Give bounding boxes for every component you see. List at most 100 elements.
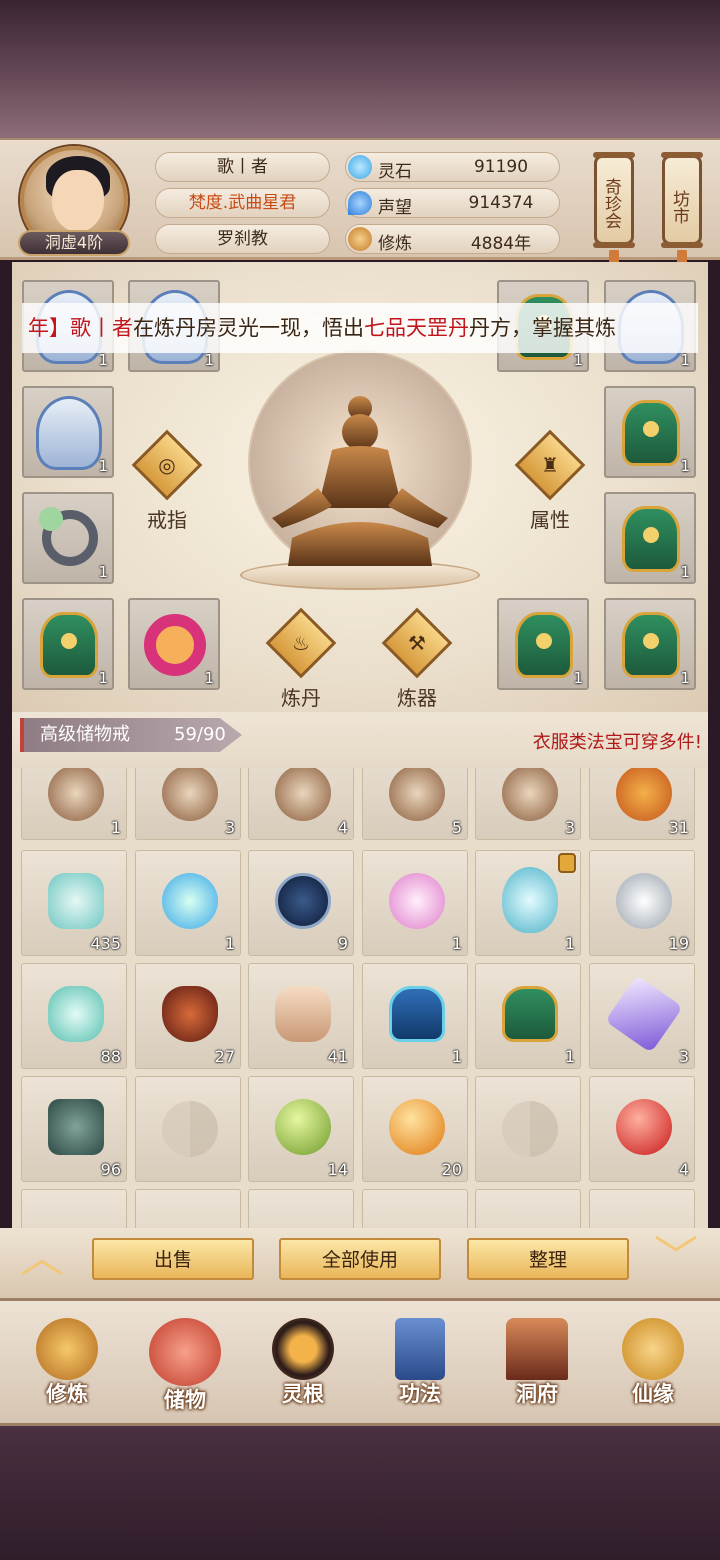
anvil-icon: ⚒ xyxy=(381,607,453,679)
stat-reputation: 声望 914374 xyxy=(345,188,560,218)
scroll-up-arrow-icon[interactable]: ︿ xyxy=(12,1236,72,1280)
alchemy-function-button[interactable]: ♨ 炼丹 xyxy=(265,607,337,711)
item-count: 1 xyxy=(451,1047,462,1066)
inventory-slot[interactable] xyxy=(589,1189,695,1228)
talisman-item-icon xyxy=(605,975,683,1053)
inventory-slot[interactable]: 27 xyxy=(135,963,241,1069)
attributes-function-button[interactable]: ♜ 属性 xyxy=(514,429,586,533)
inventory-slot[interactable]: 20 xyxy=(362,1076,468,1182)
player-sect: 罗刹教 xyxy=(155,224,330,254)
item-count: 1 xyxy=(680,457,690,475)
sell-button[interactable]: 出售 xyxy=(92,1238,254,1280)
inventory-slot[interactable]: 3 xyxy=(135,768,241,840)
inventory-slot[interactable]: 9 xyxy=(248,850,354,956)
orange-orb-item-icon xyxy=(389,1099,445,1155)
conch-item-icon xyxy=(162,768,218,821)
inventory-slot[interactable]: 5 xyxy=(362,768,468,840)
equip-slot[interactable]: 1 xyxy=(497,598,589,690)
inventory-slot-empty[interactable] xyxy=(135,1076,241,1182)
scroll-down-arrow-icon[interactable]: ﹀ xyxy=(646,1236,706,1280)
treasure-fair-button[interactable]: 奇珍会 xyxy=(593,152,635,248)
forging-function-button[interactable]: ⚒ 炼器 xyxy=(381,607,453,711)
storage-capacity: 59/90 xyxy=(174,724,226,745)
nav-techniques[interactable]: 功法 xyxy=(365,1318,475,1422)
inventory-slot[interactable]: 14 xyxy=(248,1076,354,1182)
inventory-slot[interactable]: 88 xyxy=(21,963,127,1069)
inventory-slot[interactable] xyxy=(21,1189,127,1228)
nav-spirit-root[interactable]: 灵根 xyxy=(248,1318,358,1422)
inventory-slot-empty[interactable] xyxy=(475,1076,581,1182)
stat-label: 声望 xyxy=(378,198,412,218)
item-count: 96 xyxy=(100,1160,121,1179)
inventory-slot[interactable] xyxy=(475,1189,581,1228)
nav-fortune[interactable]: 仙缘 xyxy=(598,1318,708,1422)
stat-label: 灵石 xyxy=(378,162,412,182)
item-count: 14 xyxy=(327,1160,348,1179)
robe-item-icon xyxy=(389,986,445,1042)
storage-tip: 衣服类法宝可穿多件! xyxy=(532,732,702,753)
item-count: 1 xyxy=(204,669,214,687)
red-orb-item-icon xyxy=(616,1099,672,1155)
ticker-text: 丹方，掌握其炼 xyxy=(469,316,616,340)
wine-pot-item-icon xyxy=(162,986,218,1042)
nav-storage[interactable]: 储物 xyxy=(130,1318,240,1422)
nav-label: 修炼 xyxy=(46,1382,88,1406)
inventory-slot[interactable]: 4 xyxy=(248,768,354,840)
item-count: 1 xyxy=(680,563,690,581)
equip-slot[interactable]: 1 xyxy=(604,598,696,690)
stat-value: 4884年 xyxy=(470,234,532,254)
item-count: 1 xyxy=(680,351,690,369)
inventory-slot[interactable]: 435 xyxy=(21,850,127,956)
market-button[interactable]: 坊市 xyxy=(661,152,703,248)
inventory-slot[interactable]: 96 xyxy=(21,1076,127,1182)
storage-name: 高级储物戒 xyxy=(40,724,130,745)
attributes-function-label: 属性 xyxy=(530,508,570,532)
use-all-button[interactable]: 全部使用 xyxy=(279,1238,441,1280)
item-count: 27 xyxy=(214,1047,235,1066)
item-count: 1 xyxy=(224,934,235,953)
equip-slot-ring[interactable]: 1 xyxy=(22,492,114,584)
ring-item-icon xyxy=(39,507,98,566)
equip-slot[interactable]: 1 xyxy=(604,386,696,478)
equip-slot[interactable]: 1 xyxy=(604,492,696,584)
inventory-slot[interactable] xyxy=(248,1189,354,1228)
inventory-slot[interactable]: 4 xyxy=(589,1076,695,1182)
item-count: 3 xyxy=(564,818,575,837)
nav-cultivation[interactable]: 修炼 xyxy=(12,1318,122,1422)
inventory-slot[interactable]: 1 xyxy=(475,963,581,1069)
lotus-item-icon xyxy=(389,873,445,929)
ore-item-icon xyxy=(48,1099,104,1155)
inventory-slot[interactable]: 31 xyxy=(589,768,695,840)
item-count: 1 xyxy=(564,1047,575,1066)
equip-slot[interactable]: 1 xyxy=(22,598,114,690)
nav-cave-dwelling[interactable]: 洞府 xyxy=(482,1318,592,1422)
inventory-slot[interactable]: 1 xyxy=(135,850,241,956)
inventory-slot[interactable]: 3 xyxy=(475,768,581,840)
equip-slot[interactable]: 1 xyxy=(22,386,114,478)
item-count: 5 xyxy=(451,818,462,837)
stat-label: 修炼 xyxy=(378,234,412,254)
inventory-slot[interactable]: 1 xyxy=(362,850,468,956)
attributes-icon: ♜ xyxy=(514,429,586,501)
inventory-slot[interactable]: 1 xyxy=(21,768,127,840)
storage-ring-tab[interactable]: 高级储物戒 59/90 xyxy=(20,718,242,752)
silver-charm-item-icon xyxy=(616,873,672,929)
inventory-slot[interactable]: 41 xyxy=(248,963,354,1069)
stat-value: 914374 xyxy=(468,193,534,213)
conch-item-icon xyxy=(48,768,104,821)
inventory-slot[interactable]: 3 xyxy=(589,963,695,1069)
equip-slot[interactable]: 1 xyxy=(128,598,220,690)
sort-button[interactable]: 整理 xyxy=(467,1238,629,1280)
inventory-slot[interactable]: 19 xyxy=(589,850,695,956)
ring-function-button[interactable]: ◎ 戒指 xyxy=(131,429,203,533)
item-count: 1 xyxy=(573,669,583,687)
inventory-slot[interactable]: 1 xyxy=(362,963,468,1069)
inventory-slot[interactable] xyxy=(135,1189,241,1228)
inventory-slot[interactable] xyxy=(362,1189,468,1228)
inventory-grid: 1 3 4 5 3 31 435 1 9 1 1 19 88 27 41 1 1… xyxy=(12,768,708,1228)
item-count: 1 xyxy=(98,563,108,581)
inventory-slot[interactable]: 1 xyxy=(475,850,581,956)
item-count: 1 xyxy=(564,934,575,953)
item-count: 3 xyxy=(224,818,235,837)
stat-spirit-stone: 灵石 91190 xyxy=(345,152,560,182)
